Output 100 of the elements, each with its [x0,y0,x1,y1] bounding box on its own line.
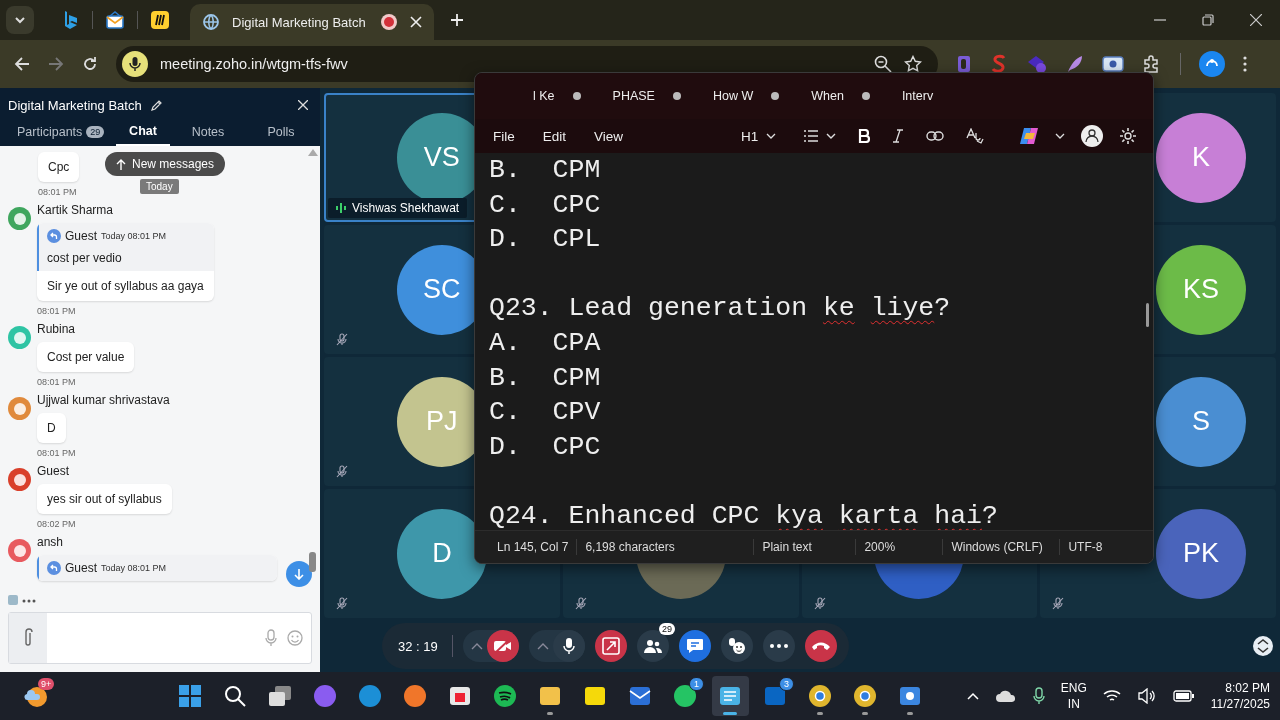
italic-icon[interactable] [892,129,905,143]
date-text: 11/27/2025 [1210,696,1270,712]
participants-button[interactable] [637,630,669,662]
extension-icon[interactable] [956,54,972,74]
message-time: 08:01 PM [37,448,76,460]
extension-icon[interactable] [990,54,1008,74]
menu-icon[interactable] [1243,56,1247,72]
text-line: Q24. Enhanced CPC kya karta hai? [489,500,998,530]
app-icon [313,684,338,708]
star-icon[interactable] [904,55,922,73]
notification-badge: 9+ [38,678,55,690]
people-icon [643,638,663,654]
microphone-icon [562,637,576,655]
share-screen-icon [602,637,620,655]
account-icon[interactable] [1081,125,1103,147]
document-tab[interactable]: When [805,85,876,107]
new-messages-button[interactable]: New messages [105,152,226,176]
typing-indicator-icon [8,595,38,605]
document-tab[interactable]: Interv [895,85,940,107]
chat-panel-tab[interactable]: Participants 29 [8,118,116,146]
text-line: Q23. Lead generation ke liye? [489,293,951,324]
list-icon[interactable] [804,130,837,142]
microphone-icon[interactable] [122,51,148,77]
site-icon [150,10,170,30]
paperclip-icon [23,628,33,648]
feather-icon[interactable] [1066,54,1084,74]
note-icon [583,684,608,708]
cloud-icon[interactable] [994,689,1017,703]
screen-icon[interactable] [1102,55,1124,73]
status-item: 200% [863,540,897,554]
quoted-sender: Guest [65,561,97,575]
scroll-down-button[interactable] [286,561,312,587]
arrow-up-icon [116,158,126,170]
settings-icon[interactable] [1119,127,1137,145]
quoted-message: cost per vedio [47,251,123,265]
browser-tab[interactable]: Digital Marketing Batch [190,4,434,40]
tab-list-button[interactable] [6,6,34,34]
zoom-out-icon[interactable] [874,55,892,73]
store-bag-icon [448,684,473,708]
bold-icon[interactable] [858,129,871,143]
camera-button[interactable] [487,630,519,662]
link-icon[interactable] [926,131,945,141]
restore-icon[interactable] [1202,14,1214,26]
battery-icon[interactable] [1172,689,1195,703]
quoted-time: Today 08:01 PM [101,563,167,573]
extension-icon[interactable] [1026,54,1048,74]
volume-icon[interactable] [1136,688,1157,704]
weather-widget[interactable]: 9+ [20,680,54,712]
close-icon[interactable] [1250,14,1262,26]
chat-bubble-icon [686,638,704,654]
browser-icon [403,684,428,708]
clock[interactable]: 8:02 PM 11/27/2025 [1210,680,1270,712]
participant-initials: SC [423,274,461,305]
document-tab[interactable]: l Ke [527,85,587,107]
status-item: Ln 145, Col 7 [496,540,570,554]
windows-logo-icon [178,684,203,708]
menu-item[interactable]: View [588,128,630,144]
message-input-field[interactable] [8,612,312,664]
forward-icon[interactable] [48,56,64,72]
language-indicator[interactable]: ENG IN [1060,680,1087,712]
music-icon [493,684,518,708]
document-tab[interactable]: How W [706,85,786,107]
menu-item[interactable]: File [487,128,521,144]
close-icon[interactable] [298,100,308,110]
heading-dropdown[interactable]: H1 [735,128,783,144]
clear-formatting-icon[interactable] [966,128,985,144]
back-icon[interactable] [14,56,30,72]
document-tab[interactable]: PHASE [606,85,687,107]
hand-and-smiley-icon [727,637,747,655]
status-item: Plain text [761,540,813,554]
chat-button[interactable] [679,630,711,662]
camera-icon [493,638,513,654]
taskbar-app[interactable] [711,676,749,716]
microphone-button[interactable] [553,630,585,662]
chevron-up-icon[interactable] [966,692,979,700]
profile-icon[interactable] [1199,51,1225,77]
chat-panel-tab[interactable]: Polls [246,118,316,146]
expand-collapse-icon[interactable] [1252,635,1274,657]
chat-panel-tab[interactable]: Chat [116,118,170,146]
region-text: IN [1067,696,1080,712]
attach-button[interactable] [9,613,47,663]
scrollbar-thumb[interactable] [1146,303,1149,327]
participant-initials: K [1192,142,1210,173]
end-call-button[interactable] [805,630,837,662]
globe-icon [202,13,220,31]
menu-item[interactable]: Edit [536,128,573,144]
message-text: Cost per value [46,349,126,366]
chat-panel-tab[interactable]: Notes [170,118,246,146]
copilot-icon[interactable] [1019,127,1039,145]
wifi-icon[interactable] [1102,689,1121,703]
screen-share-button[interactable] [595,630,627,662]
notepad-icon [718,684,743,708]
scrollbar-thumb[interactable] [309,552,316,572]
reactions-button[interactable] [721,630,753,662]
pencil-icon[interactable] [149,98,163,112]
reload-icon[interactable] [82,56,98,72]
audio-level-icon [336,202,346,214]
more-button[interactable] [763,630,795,662]
message-time: 08:02 PM [37,519,76,531]
microphone-icon[interactable] [1032,687,1045,705]
